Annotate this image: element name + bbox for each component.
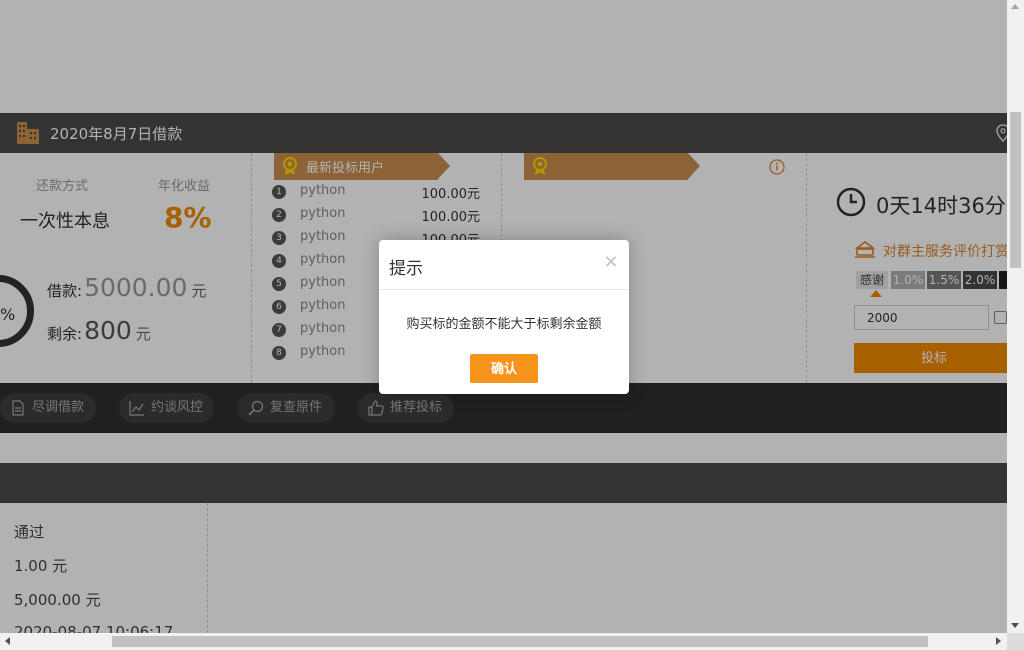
scrollbar-corner bbox=[1007, 633, 1024, 650]
horizontal-scroll-thumb[interactable] bbox=[112, 636, 928, 647]
dialog-confirm-button[interactable]: 确认 bbox=[470, 354, 538, 383]
scroll-right-arrow[interactable] bbox=[996, 637, 1001, 645]
scroll-left-arrow[interactable] bbox=[5, 637, 10, 645]
scroll-up-arrow[interactable] bbox=[1011, 4, 1019, 9]
dialog-title: 提示 bbox=[389, 259, 423, 279]
scroll-down-arrow[interactable] bbox=[1011, 623, 1019, 628]
horizontal-scrollbar[interactable] bbox=[0, 633, 1007, 650]
vertical-scroll-thumb[interactable] bbox=[1010, 112, 1021, 268]
dialog-close-icon[interactable]: × bbox=[601, 251, 621, 273]
vertical-scrollbar[interactable] bbox=[1007, 0, 1024, 633]
page: 2020年8月7日借款 还款方式 年化收益 一次性本息 8% % 借款:5000… bbox=[0, 0, 1007, 633]
dialog-divider bbox=[379, 289, 629, 290]
dialog-message: 购买标的金额不能大于标剩余金额 bbox=[406, 317, 602, 332]
alert-dialog: 提示 × 购买标的金额不能大于标剩余金额 确认 bbox=[379, 240, 629, 394]
